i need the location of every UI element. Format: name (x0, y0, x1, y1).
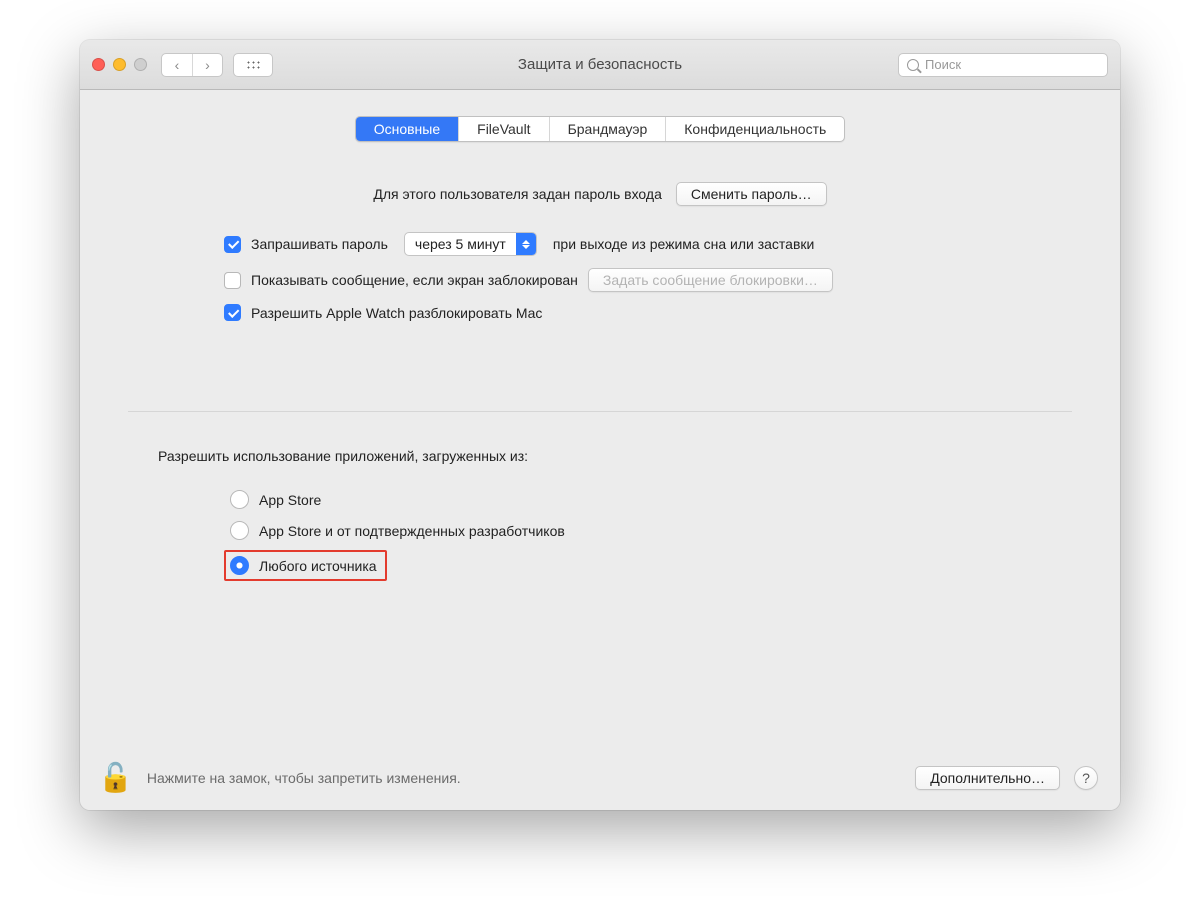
tab-privacy[interactable]: Конфиденциальность (665, 117, 844, 141)
change-password-button[interactable]: Сменить пароль… (676, 182, 827, 206)
chevron-left-icon: ‹ (175, 57, 180, 73)
password-set-label: Для этого пользователя задан пароль вход… (373, 186, 662, 202)
window-title: Защита и безопасность (518, 56, 682, 73)
lock-hint-text: Нажмите на замок, чтобы запретить измене… (147, 770, 461, 786)
password-set-row: Для этого пользователя задан пароль вход… (128, 182, 1072, 206)
stepper-arrows-icon (516, 233, 536, 255)
dropdown-value: через 5 минут (405, 236, 516, 252)
search-icon (907, 59, 919, 71)
tab-label: Основные (374, 121, 440, 137)
radio-button[interactable] (230, 521, 249, 540)
apple-watch-row: Разрешить Apple Watch разблокировать Mac (224, 304, 1072, 321)
general-pane: Для этого пользователя задан пароль вход… (80, 142, 1120, 589)
radio-app-store[interactable]: App Store (224, 488, 1072, 511)
require-password-checkbox[interactable] (224, 236, 241, 253)
radio-label: Любого источника (259, 558, 377, 574)
require-password-row: Запрашивать пароль через 5 минут при вых… (224, 232, 1072, 256)
apple-watch-label: Разрешить Apple Watch разблокировать Mac (251, 305, 542, 321)
nav-back-forward: ‹ › (161, 53, 223, 77)
tab-label: Конфиденциальность (684, 121, 826, 137)
tab-label: Брандмауэр (568, 121, 648, 137)
require-password-label-before: Запрашивать пароль (251, 236, 388, 252)
help-button[interactable]: ? (1074, 766, 1098, 790)
set-lock-message-button: Задать сообщение блокировки… (588, 268, 833, 292)
tab-label: FileVault (477, 121, 530, 137)
radio-anywhere[interactable]: Любого источника (224, 550, 387, 581)
checkbox-group: Запрашивать пароль через 5 минут при вых… (128, 232, 1072, 321)
traffic-lights (92, 58, 147, 71)
show-message-checkbox[interactable] (224, 272, 241, 289)
titlebar: ‹ › Защита и безопасность Поиск (80, 40, 1120, 90)
require-password-delay-dropdown[interactable]: через 5 минут (404, 232, 537, 256)
tab-filevault[interactable]: FileVault (458, 117, 548, 141)
tab-bar: Основные FileVault Брандмауэр Конфиденци… (80, 90, 1120, 142)
chevron-right-icon: › (205, 57, 210, 73)
advanced-button[interactable]: Дополнительно… (915, 766, 1060, 790)
require-password-label-after: при выходе из режима сна или заставки (553, 236, 815, 252)
radio-button[interactable] (230, 556, 249, 575)
allow-apps-radio-group: App Store App Store и от подтвержденных … (128, 488, 1072, 589)
allow-apps-label: Разрешить использование приложений, загр… (128, 448, 1072, 464)
tab-segmented-control: Основные FileVault Брандмауэр Конфиденци… (355, 116, 846, 142)
show-all-prefs-button[interactable] (233, 53, 273, 77)
tab-firewall[interactable]: Брандмауэр (549, 117, 666, 141)
tab-general[interactable]: Основные (356, 117, 458, 141)
search-input[interactable]: Поиск (898, 53, 1108, 77)
grid-icon (246, 60, 260, 70)
lock-icon[interactable]: 🔓 (98, 764, 133, 792)
footer: 🔓 Нажмите на замок, чтобы запретить изме… (80, 750, 1120, 810)
minimize-window-icon[interactable] (113, 58, 126, 71)
radio-label: App Store и от подтвержденных разработчи… (259, 523, 565, 539)
back-button[interactable]: ‹ (162, 54, 192, 76)
show-message-row: Показывать сообщение, если экран заблоки… (224, 268, 1072, 292)
show-message-label: Показывать сообщение, если экран заблоки… (251, 272, 578, 288)
forward-button[interactable]: › (192, 54, 222, 76)
apple-watch-unlock-checkbox[interactable] (224, 304, 241, 321)
radio-button[interactable] (230, 490, 249, 509)
close-window-icon[interactable] (92, 58, 105, 71)
search-placeholder: Поиск (925, 57, 961, 72)
zoom-window-icon (134, 58, 147, 71)
content-area: Основные FileVault Брандмауэр Конфиденци… (80, 90, 1120, 810)
section-divider (128, 411, 1072, 412)
radio-label: App Store (259, 492, 321, 508)
preferences-window: ‹ › Защита и безопасность Поиск Основные… (80, 40, 1120, 810)
radio-app-store-identified[interactable]: App Store и от подтвержденных разработчи… (224, 519, 1072, 542)
